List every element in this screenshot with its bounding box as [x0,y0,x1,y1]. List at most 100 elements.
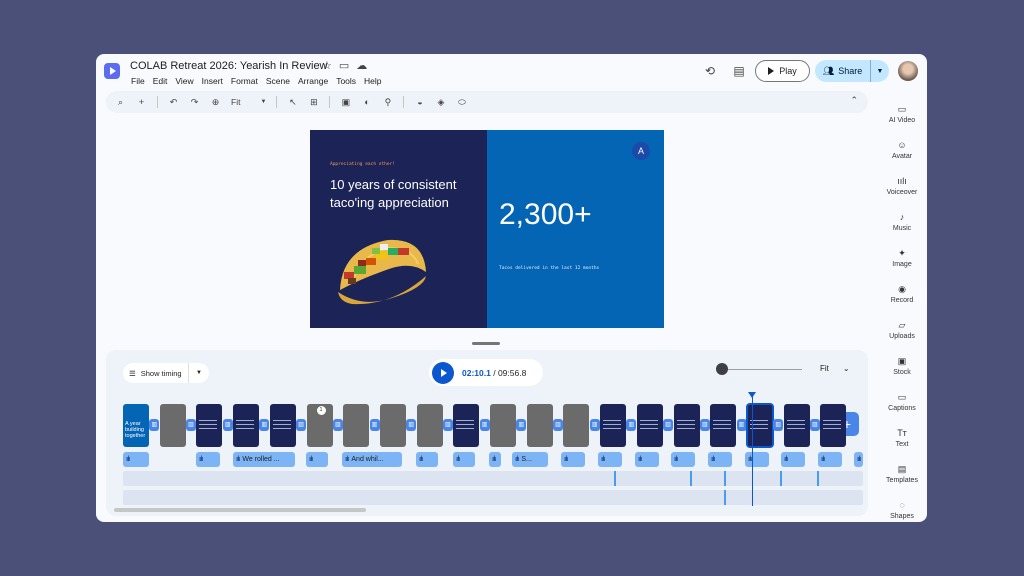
show-timing-button[interactable]: ☰ Show timing ▼ [123,363,209,383]
select-cursor-icon[interactable]: ↖ [287,97,298,108]
voiceover-clip[interactable]: ıılı [123,452,149,467]
scene-clip[interactable] [269,404,296,447]
fill-color-icon[interactable]: ◒ [414,97,425,107]
sidebar-item-shapes[interactable]: ◌ Shapes [876,492,927,522]
zoom-select[interactable]: Fit ▼ [231,97,266,107]
menu-tools[interactable]: Tools [336,76,356,86]
slide-caption[interactable]: Tacos delivered in the last 12 months [499,266,599,271]
sidebar-item-avatar[interactable]: ☺ Avatar [876,132,927,168]
track-marker[interactable] [614,471,616,486]
menu-view[interactable]: View [175,76,193,86]
voiceover-clip[interactable]: ıılı We rolled ... [233,452,295,467]
track-marker[interactable] [817,471,819,486]
play-button[interactable]: Play [755,60,810,82]
chevron-down-icon[interactable]: ▼ [189,370,209,376]
voiceover-clip[interactable]: ıılı [598,452,622,467]
redo-icon[interactable]: ↷ [189,97,200,108]
sidebar-item-voiceover[interactable]: ıılı Voiceover [876,168,927,204]
undo-icon[interactable]: ↶ [168,97,179,108]
transition-icon[interactable]: ▥ [516,419,527,431]
sidebar-item-templates[interactable]: ▤ Templates [876,456,927,492]
sidebar-item-stock[interactable]: ▣ Stock [876,348,927,384]
transition-icon[interactable]: ▥ [149,419,160,431]
effects-icon[interactable]: ⬭ [456,97,467,108]
scene-clip[interactable] [343,404,370,447]
slide-badge[interactable]: A [632,142,650,160]
zoom-icon[interactable]: ⊕ [210,97,221,108]
history-icon[interactable]: ⟲ [703,64,717,78]
scene-clip[interactable] [820,404,847,447]
share-dropdown-icon[interactable]: ▼ [871,68,889,75]
add-icon[interactable]: + [136,97,147,107]
slide-stat[interactable]: 2,300+ [499,198,592,232]
palette-icon[interactable]: ◐ [361,97,372,107]
timeline-zoom-select[interactable]: Fit ⌄ [820,364,850,373]
sidebar-item-music[interactable]: ♪ Music [876,204,927,240]
transition-icon[interactable]: ▥ [699,419,710,431]
track-marker[interactable] [690,471,692,486]
zoom-slider-knob[interactable] [716,363,728,375]
menu-scene[interactable]: Scene [266,76,290,86]
menu-insert[interactable]: Insert [202,76,223,86]
transition-icon[interactable]: ▥ [479,419,490,431]
scene-clip[interactable] [416,404,443,447]
menu-arrange[interactable]: Arrange [298,76,328,86]
transition-icon[interactable]: ▥ [369,419,380,431]
voiceover-clip[interactable]: ıılı [635,452,659,467]
transition-icon[interactable]: ▥ [296,419,307,431]
scene-clip[interactable] [379,404,406,447]
menu-file[interactable]: File [131,76,145,86]
scene-clip[interactable] [196,404,223,447]
timeline-scrollbar[interactable] [114,508,366,512]
menu-help[interactable]: Help [364,76,381,86]
transition-icon[interactable]: ▥ [186,419,196,431]
transition-icon[interactable]: ▥ [222,419,233,431]
sidebar-item-text[interactable]: Tт Text [876,420,927,456]
timeline-zoom-slider[interactable] [716,363,802,375]
slide-kicker[interactable]: Appreciating each other! [330,162,395,167]
voiceover-clip[interactable]: ıılı [818,452,842,467]
scene-clip[interactable] [233,404,260,447]
scene-clip[interactable] [600,404,627,447]
scene-clip[interactable] [636,404,663,447]
sidebar-item-record[interactable]: ◉ Record [876,276,927,312]
share-button[interactable]: 👥︎ Share ▼ [815,60,889,82]
scene-clip[interactable] [673,404,700,447]
voiceover-clip[interactable]: ıılı [306,452,328,467]
transition-icon[interactable]: ▥ [553,419,563,431]
voiceover-clip[interactable]: ıılı [453,452,475,467]
comment-icon[interactable]: ▤ [732,64,746,78]
voiceover-clip[interactable]: ıılı And whil... [342,452,402,467]
transition-icon[interactable]: ▥ [626,419,637,431]
scene-clip[interactable] [563,404,590,447]
transition-icon[interactable]: ▥ [773,419,784,431]
transition-icon[interactable]: ▥ [406,419,417,431]
scene-clip[interactable] [526,404,553,447]
sidebar-item-image[interactable]: ✦ Image [876,240,927,276]
scene-clip[interactable] [745,403,774,448]
scene-clip[interactable] [783,404,810,447]
document-title[interactable]: COLAB Retreat 2026: Yearish In Review [130,60,328,72]
voiceover-clip[interactable]: ıılı [708,452,732,467]
track-marker[interactable] [724,490,726,505]
paint-format-icon[interactable]: ⚲ [382,97,393,108]
collapse-toolbar-icon[interactable]: ⌃ [850,95,858,106]
scene-clip[interactable] [453,404,480,447]
folder-icon[interactable]: ▭ [339,59,349,72]
voiceover-clip[interactable]: ıılı [781,452,805,467]
transition-icon[interactable]: ▥ [332,419,343,431]
star-icon[interactable]: ☆ [322,59,332,72]
scene-clip[interactable]: 1 [306,404,333,447]
insert-image-icon[interactable]: ▣ [340,97,351,108]
transition-icon[interactable]: ▥ [259,419,270,431]
timeline-play-button[interactable] [432,361,454,384]
sidebar-item-captions[interactable]: ▭ Captions [876,384,927,420]
voiceover-clip[interactable]: ıılı [561,452,585,467]
lego-taco-image[interactable] [332,228,430,308]
transition-icon[interactable]: ▥ [663,419,674,431]
app-logo[interactable] [104,63,120,79]
border-color-icon[interactable]: ◈ [435,97,446,108]
scene-clip[interactable]: A year building together [123,404,149,447]
account-avatar[interactable] [898,61,918,81]
cloud-icon[interactable]: ☁ [356,59,367,72]
